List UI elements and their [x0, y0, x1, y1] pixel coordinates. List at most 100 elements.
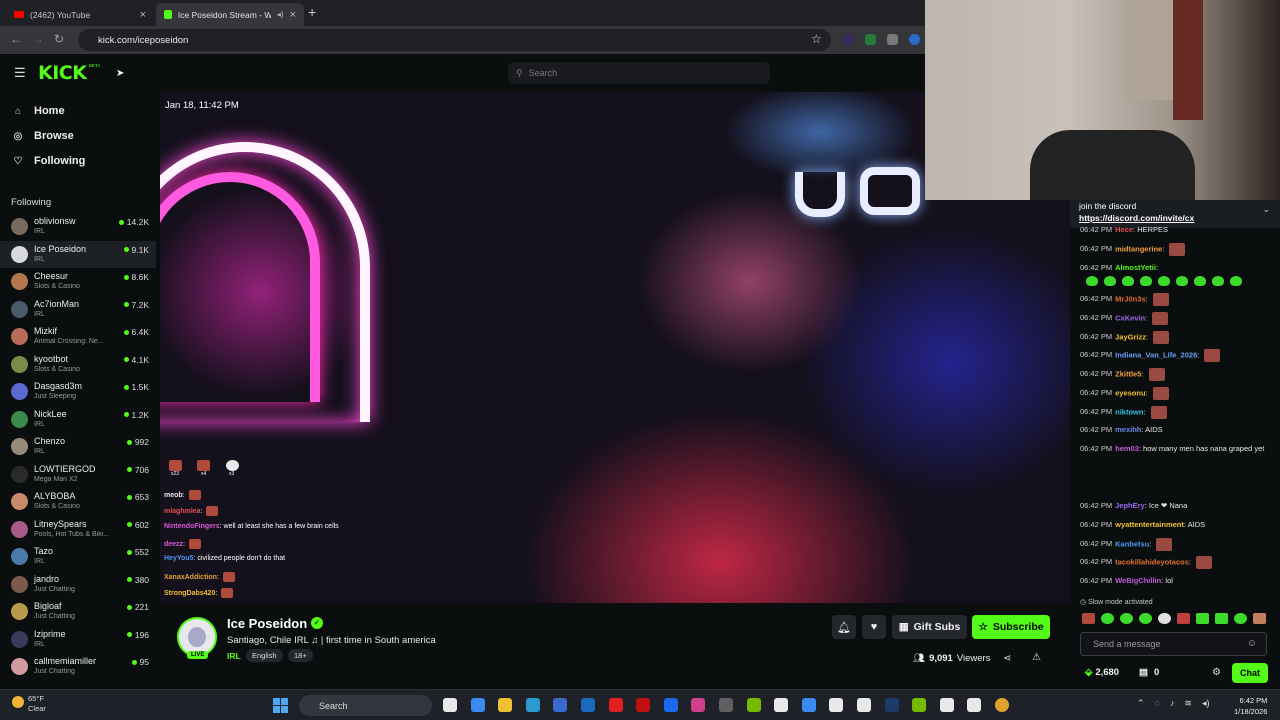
chat-message[interactable]: 06:42 PM niktown:: [1080, 406, 1272, 419]
extension-icon[interactable]: [909, 34, 920, 45]
notion-icon[interactable]: [829, 698, 844, 712]
new-tab-button[interactable]: +: [308, 4, 316, 20]
start-button[interactable]: [273, 698, 288, 713]
sidebar-channel[interactable]: NickLee IRL 1.2K: [0, 406, 156, 433]
report-icon[interactable]: ⚠: [1032, 652, 1041, 663]
chat-username[interactable]: MrJ0n3s: [1115, 294, 1145, 303]
chat-username[interactable]: wyattentertainment: [1115, 520, 1184, 529]
calculator-icon[interactable]: [719, 698, 733, 712]
instagram-icon[interactable]: [691, 698, 706, 712]
chat-message[interactable]: 06:42 PM Indiana_Van_Life_2026:: [1080, 349, 1272, 362]
chat-send-button[interactable]: Chat: [1232, 663, 1268, 683]
chat-message[interactable]: 06:42 PM JephEry: Ice ❤ Nana: [1080, 500, 1272, 513]
streamer-name[interactable]: Ice Poseidon: [227, 616, 307, 631]
emote-picker-item[interactable]: [1215, 613, 1228, 624]
epic-games-icon[interactable]: [939, 698, 954, 712]
volume-icon[interactable]: ◂): [1202, 698, 1210, 709]
emote-picker-item[interactable]: [1253, 613, 1266, 624]
gift-counter[interactable]: ▤ 0: [1139, 667, 1159, 678]
back-icon[interactable]: ←: [10, 32, 22, 46]
chat-username[interactable]: tacokillahideyotacos: [1115, 557, 1189, 566]
sidebar-channel[interactable]: Ice Poseidon IRL 9.1K: [0, 240, 156, 268]
extension-icon[interactable]: [843, 34, 854, 45]
close-icon[interactable]: ×: [290, 9, 296, 21]
tag-english[interactable]: English: [246, 649, 283, 662]
sidebar-channel[interactable]: Ac7ionMan IRL 7.2K: [0, 296, 156, 323]
chat-message[interactable]: 06:42 PM mexihh: AIDS: [1080, 424, 1272, 437]
nvidia-icon[interactable]: [912, 698, 927, 712]
chat-message[interactable]: 06:42 PM tacokillahideyotacos:: [1080, 556, 1272, 569]
forward-icon[interactable]: →: [32, 32, 44, 46]
netflix-icon[interactable]: [636, 698, 651, 712]
gift-subs-button[interactable]: ▦ Gift Subs: [892, 615, 967, 639]
sidebar-channel[interactable]: jandro Just Chatting 380: [0, 571, 156, 598]
wifi-icon[interactable]: ≋: [1184, 698, 1192, 709]
emote-picker-item[interactable]: [1139, 613, 1152, 624]
close-icon[interactable]: ×: [140, 9, 146, 21]
chat-username[interactable]: CxKevin: [1115, 313, 1145, 322]
files-icon[interactable]: [443, 698, 457, 712]
pinned-link[interactable]: https://discord.com/invite/cx: [1079, 213, 1194, 223]
snipping-icon[interactable]: [801, 698, 816, 712]
emote-picker-item[interactable]: [1101, 613, 1114, 624]
emote-picker-item[interactable]: [1158, 613, 1171, 624]
steam-icon[interactable]: [884, 698, 899, 712]
emote-picker-item[interactable]: [1177, 613, 1190, 624]
chat-message[interactable]: 06:42 PM Kanbetsu:: [1080, 538, 1272, 551]
chat-username[interactable]: Kanbetsu: [1115, 539, 1149, 548]
taskbar-search[interactable]: Search: [299, 695, 432, 716]
category-link[interactable]: IRL: [227, 651, 241, 661]
chat-message[interactable]: 06:42 PM WeBigChillin: lol: [1080, 575, 1272, 588]
system-tray[interactable]: ⌃ ◌ ♪ ≋ ◂): [1137, 698, 1209, 709]
sidebar-channel[interactable]: LitneySpears Pools, Hot Tubs & Biki... 602: [0, 516, 156, 543]
tab-kick[interactable]: Ice Poseidon Stream - Watc ◂) ×: [156, 3, 304, 26]
menu-icon[interactable]: ☰: [14, 65, 26, 81]
chat-username[interactable]: midtangerine: [1115, 244, 1162, 253]
sidebar-channel[interactable]: Bigloaf Just Chatting 221: [0, 598, 156, 625]
chat-message[interactable]: 06:42 PM eyesonu:: [1080, 387, 1272, 400]
speaker-icon[interactable]: ◂): [277, 10, 284, 19]
sidebar-channel[interactable]: Chenzo IRL 992: [0, 433, 156, 460]
chrome-icon[interactable]: [995, 698, 1009, 712]
sidebar-channel[interactable]: LOWTIERGOD Mega Man X2 706: [0, 461, 156, 488]
channel-points[interactable]: ⬙ 2,680: [1085, 667, 1119, 678]
extension-icon[interactable]: [865, 34, 876, 45]
chat-message[interactable]: 06:42 PM Hece: HERPES: [1080, 224, 1272, 237]
mic-icon[interactable]: ♪: [1170, 698, 1175, 709]
tab-youtube[interactable]: (2462) YouTube ×: [6, 3, 154, 26]
sidebar-channel[interactable]: Mizkif Animal Crossing: Ne... 6.4K: [0, 323, 156, 350]
nvidia-app-icon[interactable]: [746, 698, 761, 712]
chat-username[interactable]: WeBigChillin: [1115, 576, 1161, 585]
chat-message[interactable]: 06:42 PM AlmostYetii:: [1080, 262, 1272, 287]
sidebar-channel[interactable]: Dasgasd3m Just Sleeping 1.5K: [0, 378, 156, 405]
chat-username[interactable]: mexihh: [1115, 425, 1141, 434]
chat-message[interactable]: 06:42 PM Zkittle5:: [1080, 368, 1272, 381]
emote-picker-item[interactable]: [1234, 613, 1247, 624]
explorer-icon[interactable]: [498, 698, 513, 712]
nav-home[interactable]: ⌂ Home: [12, 105, 65, 117]
chat-username[interactable]: AlmostYetii: [1115, 263, 1156, 272]
edge-icon[interactable]: [525, 698, 540, 712]
weather-widget[interactable]: 65°F Clear: [12, 694, 46, 714]
copilot-icon[interactable]: [470, 698, 485, 712]
reload-icon[interactable]: ↻: [54, 32, 64, 46]
extension-icon[interactable]: [887, 34, 898, 45]
chat-username[interactable]: Indiana_Van_Life_2026: [1115, 350, 1197, 359]
emote-picker-item[interactable]: [1196, 613, 1209, 624]
sidebar-channel[interactable]: Iziprime IRL 196: [0, 626, 156, 653]
subscribe-button[interactable]: ☆ Subscribe: [972, 615, 1050, 639]
sidebar-channel[interactable]: Cheesur Slots & Casino 8.6K: [0, 268, 156, 295]
youtube-icon[interactable]: [608, 698, 623, 712]
bookmark-star-icon[interactable]: ☆: [811, 32, 822, 46]
capcut-icon[interactable]: [857, 698, 871, 712]
emote-picker-item[interactable]: [1120, 613, 1133, 624]
chat-username[interactable]: Hece: [1115, 225, 1133, 234]
share-icon[interactable]: ⋖: [1003, 653, 1011, 664]
chat-message[interactable]: 06:42 PM wyattentertainment: AIDS: [1080, 519, 1272, 532]
chat-username[interactable]: Zkittle5: [1115, 369, 1141, 378]
network-icon[interactable]: ◌: [1155, 698, 1160, 709]
chat-message[interactable]: 06:42 PM MrJ0n3s:: [1080, 293, 1272, 306]
amazon-icon[interactable]: [774, 698, 789, 712]
nav-following[interactable]: ♡ Following: [12, 155, 86, 167]
sidebar-channel[interactable]: kyootbot Slots & Casino 4.1K: [0, 351, 156, 378]
